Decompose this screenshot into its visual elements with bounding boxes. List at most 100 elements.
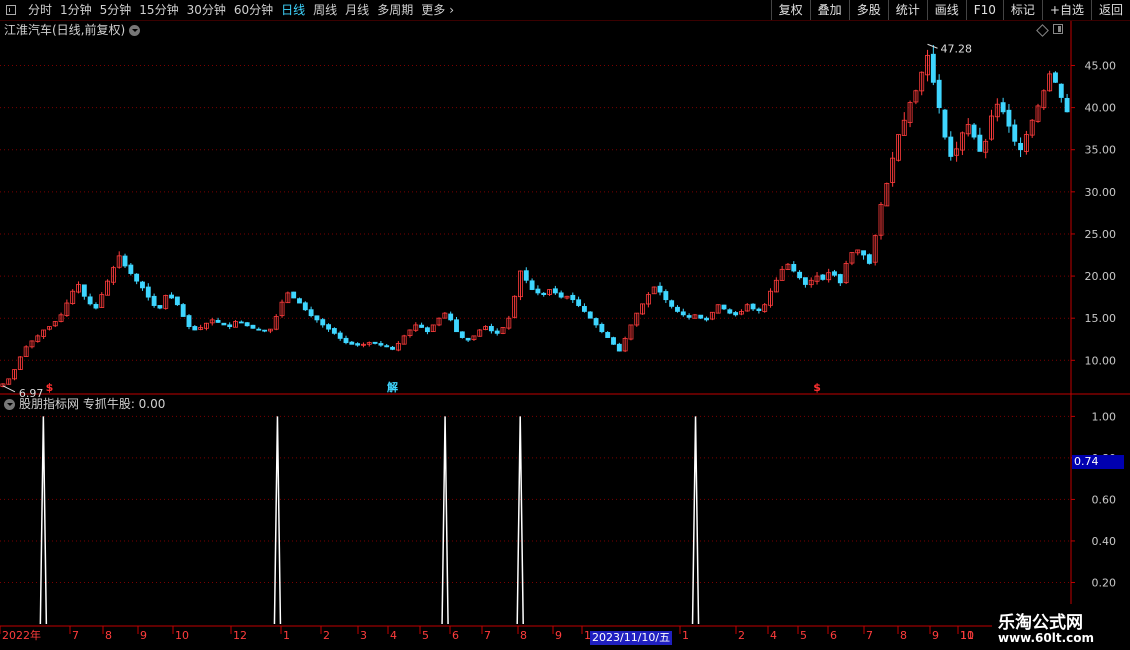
chart-area: 10.00 15.00 20.00 25.00 30.00 35.00 40.00 45.00… xyxy=(0,21,1130,642)
toolbar-button-1[interactable]: 叠加 xyxy=(809,0,849,20)
time-tick-label: 11 xyxy=(960,629,974,642)
indicator-tick-label: 1.00 xyxy=(1092,410,1117,423)
period-tab-3[interactable]: 15分钟 xyxy=(135,0,182,20)
candle-body xyxy=(750,303,756,310)
candle-body xyxy=(721,304,727,310)
stock-title[interactable]: 江淮汽车(日线,前复权) xyxy=(4,22,141,38)
indicator-value-box: 0.74 xyxy=(1072,455,1124,469)
period-tab-4[interactable]: 30分钟 xyxy=(183,0,230,20)
period-tab-9[interactable]: 多周期 xyxy=(373,0,417,20)
period-tabs: 分时 1分钟 5分钟 15分钟 30分钟 60分钟 日线 周线 月线 多周期 更多 › xyxy=(0,0,458,20)
candle-body xyxy=(1064,97,1070,113)
candle-body xyxy=(570,294,576,301)
candle-body xyxy=(250,324,256,329)
candle-body xyxy=(977,134,983,152)
time-tick-label: 7 xyxy=(484,629,491,642)
watermark-url: www.60lt.com xyxy=(998,631,1095,645)
chevron-down-icon[interactable] xyxy=(4,399,15,410)
price-tick-label: 20.00 xyxy=(1085,270,1117,283)
chevron-right-icon[interactable]: › xyxy=(449,0,458,20)
toolbar-button-5[interactable]: F10 xyxy=(965,0,1003,20)
candle-body xyxy=(320,319,326,326)
candle-body xyxy=(256,328,262,331)
event-marker-2[interactable]: $ xyxy=(813,381,821,394)
toolbar-button-7[interactable]: +自选 xyxy=(1041,0,1091,20)
candle-body xyxy=(337,332,343,339)
candle-body xyxy=(1006,109,1012,127)
candle-body xyxy=(424,327,430,333)
candle-body xyxy=(587,311,593,319)
candle-body xyxy=(727,309,733,314)
candle-body xyxy=(541,292,547,296)
panel-toggle-icon[interactable] xyxy=(1053,24,1063,34)
candle-body xyxy=(930,53,936,83)
time-tick-label: 1 xyxy=(682,629,689,642)
candle-body xyxy=(157,305,163,309)
min-price-pointer xyxy=(2,385,16,393)
candle-body xyxy=(576,299,582,306)
period-tab-0[interactable]: 分时 xyxy=(24,0,56,20)
candle-body xyxy=(657,285,663,293)
candle-body xyxy=(238,321,244,324)
event-marker-1[interactable]: 解 xyxy=(387,380,398,394)
candle-body xyxy=(454,319,459,333)
candle-body xyxy=(1058,83,1064,98)
candle-body xyxy=(81,284,87,297)
candle-body xyxy=(372,341,378,344)
period-tab-6[interactable]: 日线 xyxy=(277,0,309,20)
candle-body xyxy=(180,304,186,317)
toolbar-button-0[interactable]: 复权 xyxy=(770,0,810,20)
candle-body xyxy=(291,291,297,299)
candle-body xyxy=(686,315,692,318)
chevron-down-icon[interactable] xyxy=(129,25,141,36)
chart-controls xyxy=(1036,23,1063,37)
price-tick-label: 25.00 xyxy=(1085,228,1117,241)
period-tab-7[interactable]: 周线 xyxy=(309,0,341,20)
candle-body xyxy=(936,79,942,108)
menu-icon[interactable] xyxy=(6,5,16,15)
toolbar-button-6[interactable]: 标记 xyxy=(1002,0,1042,20)
time-tick-label: 8 xyxy=(105,629,112,642)
period-tab-2[interactable]: 5分钟 xyxy=(96,0,136,20)
candle-body xyxy=(244,322,250,327)
price-tick-label: 30.00 xyxy=(1085,186,1117,199)
candle-body xyxy=(791,264,797,272)
time-tick-label: 9 xyxy=(555,629,562,642)
time-tick-label: 8 xyxy=(520,629,527,642)
candle-body xyxy=(552,288,558,294)
period-tab-8[interactable]: 月线 xyxy=(341,0,373,20)
time-tick-label: 12 xyxy=(233,629,247,642)
diamond-icon[interactable] xyxy=(1036,24,1049,37)
toolbar-button-3[interactable]: 统计 xyxy=(887,0,927,20)
event-marker-0[interactable]: $ xyxy=(46,381,54,394)
candle-body xyxy=(378,343,384,346)
indicator-title-text: 股朋指标网 专抓牛股: 0.00 xyxy=(19,397,166,411)
candle-body xyxy=(355,343,361,346)
candle-body xyxy=(419,324,425,328)
candle-body xyxy=(971,124,977,138)
candle-body xyxy=(581,306,587,312)
toolbar-button-2[interactable]: 多股 xyxy=(848,0,888,20)
indicator-title[interactable]: 股朋指标网 专抓牛股: 0.00 xyxy=(4,396,165,412)
max-price-pointer xyxy=(927,43,938,49)
time-tick-label: 9 xyxy=(932,629,939,642)
time-tick-label: 3 xyxy=(360,629,367,642)
candle-body xyxy=(1018,142,1024,151)
candle-body xyxy=(326,324,331,330)
candle-body xyxy=(832,271,837,276)
toolbar-buttons: 复权 叠加 多股 统计 画线 F10 标记 +自选 返回 xyxy=(770,0,1130,20)
candle-body xyxy=(221,322,227,326)
toolbar-button-4[interactable]: 画线 xyxy=(926,0,966,20)
price-tick-label: 35.00 xyxy=(1085,144,1117,157)
period-tab-5[interactable]: 60分钟 xyxy=(230,0,277,20)
watermark: 乐淘公式网 www.60lt.com xyxy=(992,604,1130,650)
period-tab-10[interactable]: 更多 xyxy=(417,0,449,20)
period-tab-1[interactable]: 1分钟 xyxy=(56,0,96,20)
toolbar-button-8[interactable]: 返回 xyxy=(1090,0,1130,20)
candle-body xyxy=(465,337,471,341)
time-tick-label: 10 xyxy=(175,629,189,642)
candle-body xyxy=(680,311,686,316)
candle-body xyxy=(523,270,529,281)
indicator-tick-label: 0.20 xyxy=(1092,576,1117,589)
candle-body xyxy=(145,286,151,298)
